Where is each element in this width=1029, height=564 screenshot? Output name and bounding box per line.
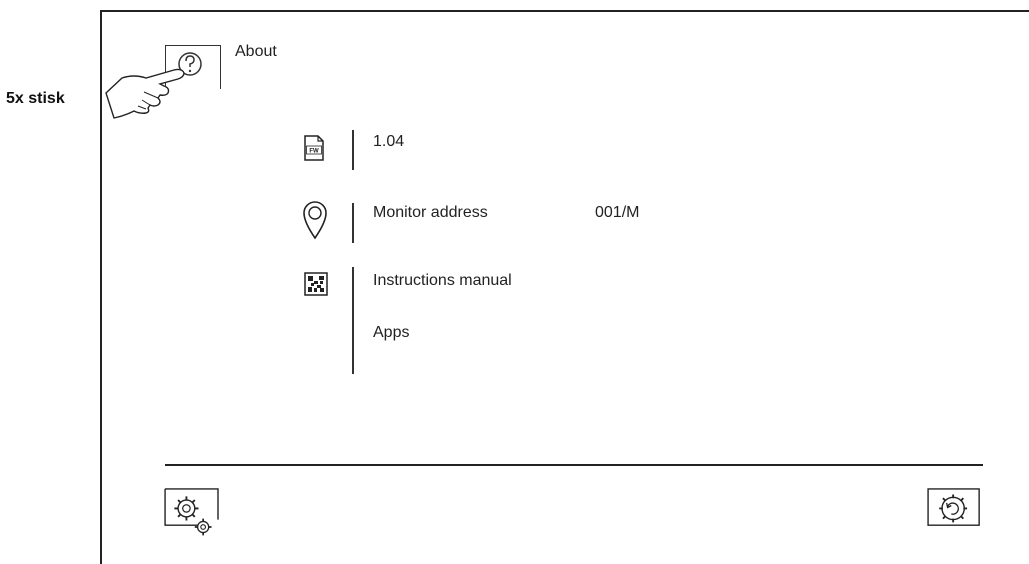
monitor-address-label: Monitor address <box>373 204 488 221</box>
fw-file-icon: FW <box>304 135 324 161</box>
settings-reset-button[interactable] <box>926 488 984 540</box>
location-pin-icon <box>303 201 327 240</box>
press-count-annotation: 5x stisk <box>6 90 65 107</box>
firmware-version: 1.04 <box>373 133 405 150</box>
page-title: About <box>235 43 277 60</box>
settings-gears-icon <box>174 496 212 536</box>
instructions-manual-link[interactable]: Instructions manual <box>373 272 512 290</box>
divider-links <box>352 267 354 374</box>
screen-frame <box>100 10 1029 564</box>
fw-icon-text: FW <box>309 149 319 155</box>
divider-address <box>352 203 354 243</box>
pointing-hand-icon <box>105 68 185 119</box>
settings-reset-icon <box>939 494 968 523</box>
qr-code-icon <box>304 272 328 296</box>
settings-gears-button[interactable] <box>163 488 221 540</box>
monitor-address-value: 001/M <box>595 204 640 221</box>
divider-firmware <box>352 130 354 170</box>
apps-link[interactable]: Apps <box>373 324 409 342</box>
bottom-divider <box>165 464 983 466</box>
